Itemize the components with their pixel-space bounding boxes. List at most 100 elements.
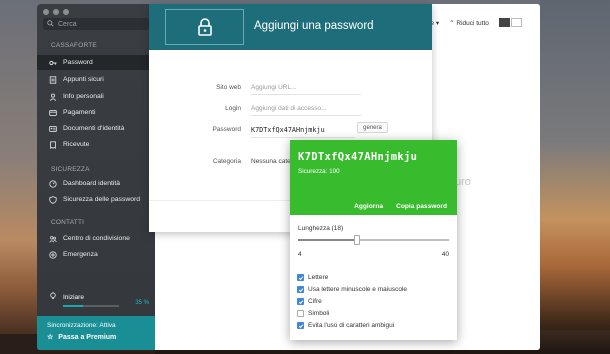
strength-text: Sicurezza: 100 [298,168,340,175]
option-label: Evita l'uso di caratteri ambigui [308,322,395,329]
section-contacts-heading: CONTATTI [51,219,85,226]
sidebar-item-label: Password [63,59,93,66]
search-icon [47,19,54,29]
option-label: Lettere [308,274,329,281]
generator-actions: Aggiorna Copia password [290,203,457,210]
desktop-wallpaper [540,0,610,354]
toolbar: me ▾ ⌃ Riduci tutto [425,18,522,27]
section-security-heading: SICUREZZA [51,166,90,173]
checkbox[interactable] [297,310,304,317]
sidebar-item-label: Ricevute [63,141,90,148]
option-label: Usa lettere minuscole e maiuscole [308,286,407,293]
website-label: Sito web [216,84,241,91]
progress-label: Iniziare [63,293,84,301]
sync-status: Sincronizzazione: Attiva [47,322,116,329]
login-label: Login [225,105,241,112]
chevron-up-icon: ⌃ [449,19,455,27]
sidebar-item-label: Centro di condivisione [63,235,130,242]
background-text: uro [455,176,471,188]
checkbox[interactable] [297,274,304,281]
minimize-window-button[interactable] [53,9,59,15]
lightbulb-icon [49,292,57,302]
option-digits[interactable]: Cifre [297,298,322,305]
refresh-button[interactable]: Aggiorna [354,203,383,210]
sidebar-item-id-documents[interactable]: Documenti d'identità [37,121,155,136]
sidebar-item-receipts[interactable]: Ricevute [37,137,155,152]
progress-percent: 35 % [135,300,149,306]
generator-header: K7DTxfQx47AHnjmkju Sicurezza: 100 Aggior… [290,140,457,215]
checkbox[interactable] [297,298,304,305]
emergency-icon [49,250,57,259]
sidebar-item-personal-info[interactable]: Info personali [37,89,155,104]
sidebar-item-emergency[interactable]: Emergenza [37,247,155,262]
person-icon [49,93,57,101]
collapse-label: Riduci tutto [456,19,489,27]
section-vault-heading: CASSAFORTE [51,42,97,49]
password-input[interactable]: K7DTxfQx47AHnjmkju [251,126,355,138]
generate-button[interactable]: genera [357,122,388,133]
category-select[interactable]: Nessuna categ [251,158,294,165]
website-input[interactable]: Aggiungi URL... [251,84,361,95]
password-generator-popup: K7DTxfQx47AHnjmkju Sicurezza: 100 Aggior… [290,140,457,340]
sidebar-item-identity-dashboard[interactable]: Dashboard identità [37,176,155,191]
sidebar-item-label: Appunti sicuri [63,76,104,83]
sidebar-item-secure-notes[interactable]: Appunti sicuri [37,72,155,87]
length-slider-handle[interactable] [353,235,360,245]
sync-panel[interactable]: Sincronizzazione: Attiva ☆ Passa a Premi… [37,316,155,350]
share-icon [49,235,57,243]
desktop-wallpaper-corner [0,334,40,354]
collapse-all-button[interactable]: ⌃ Riduci tutto [449,19,489,27]
category-label: Categoria [212,158,241,165]
option-label: Simboli [308,310,330,317]
search-placeholder: Cerca [58,20,77,28]
dialog-header: Aggiungi una password [149,4,432,50]
grid-view-button[interactable] [498,18,510,27]
sidebar-item-password-health[interactable]: Sicurezza delle password [37,192,155,207]
onboarding-progress[interactable]: Iniziare 35 % [49,292,149,307]
checkbox[interactable] [297,322,304,329]
option-avoid-ambiguous[interactable]: Evita l'uso di caratteri ambigui [297,322,394,329]
sidebar-item-label: Pagamenti [63,109,96,116]
password-item-icon [165,9,244,45]
sidebar: Cerca CASSAFORTE Password Appunti sicuri… [37,4,155,350]
sidebar-item-label: Dashboard identità [63,180,121,187]
length-min: 4 [298,251,302,258]
dashboard-icon [49,179,57,188]
option-mixed-case[interactable]: Usa lettere minuscole e maiuscole [297,286,407,293]
login-input[interactable]: Aggiungi dati di accesso... [251,105,361,116]
dialog-title: Aggiungi una password [254,20,374,32]
sidebar-item-password[interactable]: Password [37,55,155,70]
view-toggle [498,18,522,27]
shield-icon [49,195,57,204]
length-max: 40 [441,251,449,258]
note-icon [49,75,57,84]
list-view-button[interactable] [510,18,522,27]
generated-password: K7DTxfQx47AHnjmkju [298,151,418,163]
premium-link[interactable]: ☆ Passa a Premium [47,333,145,342]
receipt-icon [49,140,57,149]
password-label: Password [212,126,241,133]
copy-password-button[interactable]: Copia password [396,203,447,210]
sidebar-item-payments[interactable]: Pagamenti [37,105,155,120]
premium-label: Passa a Premium [58,333,117,341]
option-symbols[interactable]: Simboli [297,310,329,317]
length-label: Lunghezza (18) [298,225,344,232]
card-icon [49,109,57,117]
search-input[interactable]: Cerca [43,18,149,30]
id-card-icon [49,125,57,133]
zoom-window-button[interactable] [63,9,69,15]
key-icon [49,59,57,67]
option-letters[interactable]: Lettere [297,274,328,281]
progress-bar-fill [63,305,83,307]
checkbox[interactable] [297,286,304,293]
sidebar-item-label: Info personali [63,93,104,100]
close-window-button[interactable] [43,9,49,15]
length-slider[interactable] [298,235,449,245]
sidebar-item-label: Sicurezza delle password [63,196,141,203]
progress-bar [63,305,119,307]
option-label: Cifre [308,298,322,305]
lock-icon [197,18,212,36]
star-icon: ☆ [47,334,54,341]
length-slider-fill [298,239,357,241]
sidebar-item-sharing-center[interactable]: Centro di condivisione [37,231,155,246]
